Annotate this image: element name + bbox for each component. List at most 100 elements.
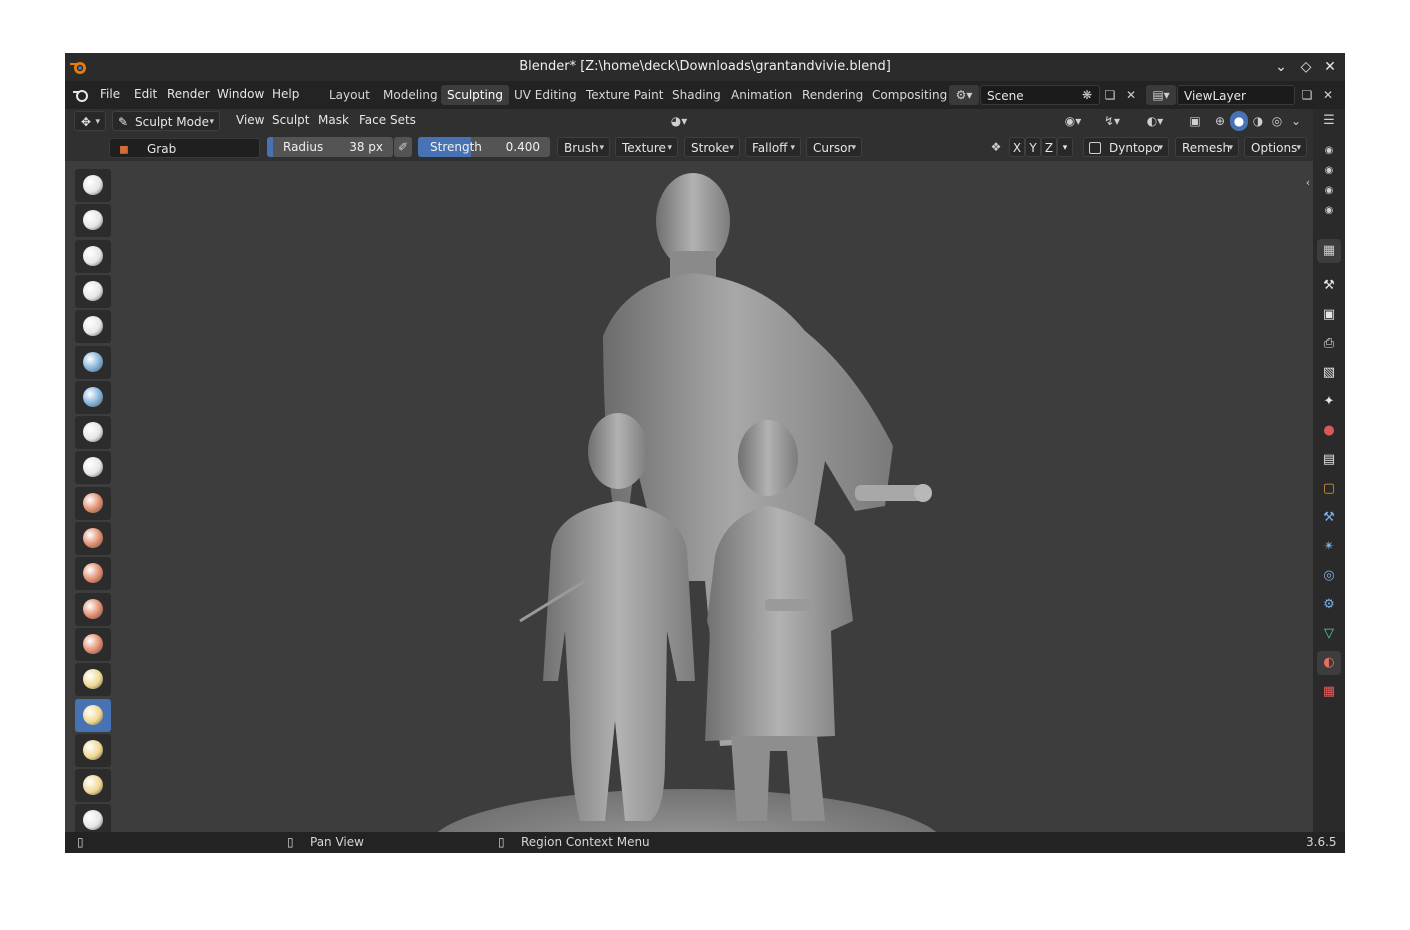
remesh-dropdown[interactable]: Remesh ▾ <box>1175 137 1239 157</box>
tool-button[interactable] <box>75 698 111 732</box>
dyntopo-dropdown[interactable]: Dyntopo ▾ <box>1083 137 1169 157</box>
dyntopo-checkbox[interactable] <box>1089 142 1101 154</box>
tool-button[interactable] <box>75 733 111 767</box>
tool-button[interactable] <box>75 239 111 273</box>
remove-view-layer-icon[interactable]: ✕ <box>1319 85 1337 105</box>
transform-pivot-icon[interactable]: ◕▾ <box>662 111 696 131</box>
3d-viewport[interactable]: ‹ <box>65 161 1313 832</box>
tab-rendering[interactable]: Rendering <box>796 85 869 105</box>
symmetry-z-toggle[interactable]: Z <box>1041 137 1057 157</box>
material-shading-icon[interactable]: ◑ <box>1249 111 1267 131</box>
tab-texture-paint[interactable]: Texture Paint <box>580 85 669 105</box>
remove-scene-icon[interactable]: ✕ <box>1122 85 1140 105</box>
scene-icon[interactable]: ✦ <box>1317 390 1341 414</box>
wireframe-shading-icon[interactable]: ⊕ <box>1211 111 1229 131</box>
particles-icon[interactable]: ✴ <box>1317 535 1341 559</box>
menu-view[interactable]: View <box>236 113 264 127</box>
modifier-icon[interactable]: ⚒ <box>1317 506 1341 530</box>
menu-sculpt[interactable]: Sculpt <box>272 113 309 127</box>
tool-button[interactable] <box>75 486 111 520</box>
tab-layout[interactable]: Layout <box>323 85 376 105</box>
stroke-dropdown-label: Stroke <box>691 141 730 155</box>
editor-type-dropdown[interactable]: ✥ ▾ <box>74 111 106 131</box>
rendered-shading-icon[interactable]: ◎ <box>1268 111 1286 131</box>
overlays-icon[interactable]: ◐▾ <box>1138 111 1172 131</box>
material-icon[interactable]: ◐ <box>1317 651 1341 675</box>
tool-button[interactable] <box>75 310 111 344</box>
tool-button[interactable] <box>75 169 111 202</box>
collapse-sidebar-icon[interactable]: ‹ <box>1303 173 1313 193</box>
view-layer-selector-icon[interactable]: ▤▾ <box>1146 85 1176 105</box>
tab-modeling[interactable]: Modeling <box>377 85 444 105</box>
tab-animation[interactable]: Animation <box>725 85 798 105</box>
tool-button[interactable] <box>75 380 111 414</box>
tab-sculpting[interactable]: Sculpting <box>441 85 510 105</box>
texture-icon[interactable]: ▦ <box>1317 680 1341 704</box>
maximize-button[interactable]: ◇ <box>1297 58 1315 76</box>
falloff-dropdown[interactable]: Falloff ▾ <box>745 137 801 157</box>
brush-dropdown[interactable]: Brush ▾ <box>557 137 610 157</box>
stroke-dropdown[interactable]: Stroke ▾ <box>684 137 740 157</box>
new-view-layer-icon[interactable]: ❏ <box>1298 85 1316 105</box>
gizmo-icon[interactable]: ↯▾ <box>1095 111 1129 131</box>
outliner-icon[interactable]: ☰ <box>1317 109 1341 133</box>
symmetry-y-toggle[interactable]: Y <box>1025 137 1041 157</box>
symmetry-icon[interactable]: ❖ <box>987 137 1005 157</box>
menu-mask[interactable]: Mask <box>318 113 349 127</box>
visibility-icon[interactable]: ◉▾ <box>1057 111 1089 131</box>
mode-dropdown[interactable]: ✎ Sculpt Mode ▾ <box>112 111 220 131</box>
new-scene-icon[interactable]: ❏ <box>1101 85 1119 105</box>
tool-button[interactable] <box>75 274 111 308</box>
strength-slider[interactable]: Strength 0.400 <box>418 137 550 157</box>
symmetry-x-toggle[interactable]: X <box>1009 137 1025 157</box>
tab-compositing[interactable]: Compositing <box>866 85 953 105</box>
data-icon[interactable]: ▽ <box>1317 622 1341 646</box>
texture-dropdown[interactable]: Texture ▾ <box>615 137 678 157</box>
tab-uv-editing[interactable]: UV Editing <box>508 85 583 105</box>
symmetry-options-dropdown[interactable]: ▾ <box>1057 137 1073 157</box>
pin-icon[interactable]: ❋ <box>1078 85 1096 105</box>
tool-button[interactable] <box>75 522 111 555</box>
menu-render[interactable]: Render <box>167 87 210 101</box>
brush-selector[interactable]: ◼ Grab <box>109 138 260 158</box>
menu-edit[interactable]: Edit <box>134 87 157 101</box>
tool-button[interactable] <box>75 769 111 803</box>
view-layer-name-field[interactable]: ViewLayer <box>1177 85 1295 105</box>
blender-menu-icon[interactable] <box>73 87 89 103</box>
tool-button[interactable] <box>75 663 111 697</box>
camera-icon[interactable]: ◉ <box>1317 199 1341 223</box>
shading-options-icon[interactable]: ⌄ <box>1288 111 1304 131</box>
cursor-dropdown[interactable]: Cursor ▾ <box>806 137 862 157</box>
constraints-icon[interactable]: ⚙ <box>1317 593 1341 617</box>
tab-shading[interactable]: Shading <box>666 85 727 105</box>
radius-slider[interactable]: Radius 38 px <box>267 137 393 157</box>
tool-button[interactable] <box>75 204 111 238</box>
close-button[interactable]: ✕ <box>1321 58 1339 76</box>
physics-icon[interactable]: ◎ <box>1317 564 1341 588</box>
tool-button[interactable] <box>75 627 111 661</box>
menu-file[interactable]: File <box>100 87 120 101</box>
menu-window[interactable]: Window <box>217 87 264 101</box>
tool-button[interactable] <box>75 451 111 485</box>
render-icon[interactable]: ▣ <box>1317 303 1341 327</box>
minimize-button[interactable]: ⌄ <box>1272 58 1290 76</box>
world-icon[interactable]: ● <box>1317 419 1341 443</box>
menu-face-sets[interactable]: Face Sets <box>359 113 416 127</box>
tool-button[interactable] <box>75 592 111 626</box>
collection-icon[interactable]: ▤ <box>1317 448 1341 472</box>
tool-icon[interactable]: ⚒ <box>1317 274 1341 298</box>
xray-icon[interactable]: ▣ <box>1185 111 1205 131</box>
editor-toggle-icon[interactable]: ▦ <box>1317 239 1341 263</box>
object-icon[interactable]: ▢ <box>1317 477 1341 501</box>
tool-button[interactable] <box>75 345 111 379</box>
view-layer-icon[interactable]: ▧ <box>1317 361 1341 385</box>
options-dropdown[interactable]: Options ▾ <box>1244 137 1307 157</box>
tool-button[interactable] <box>75 804 111 832</box>
solid-shading-icon[interactable]: ● <box>1230 111 1248 131</box>
tool-button[interactable] <box>75 416 111 450</box>
tool-button[interactable] <box>75 557 111 591</box>
menu-help[interactable]: Help <box>272 87 299 101</box>
output-icon[interactable]: ⎙ <box>1317 332 1341 356</box>
pressure-radius-icon[interactable]: ✐ <box>394 137 412 157</box>
scene-selector-icon[interactable]: ⚙▾ <box>949 85 979 105</box>
